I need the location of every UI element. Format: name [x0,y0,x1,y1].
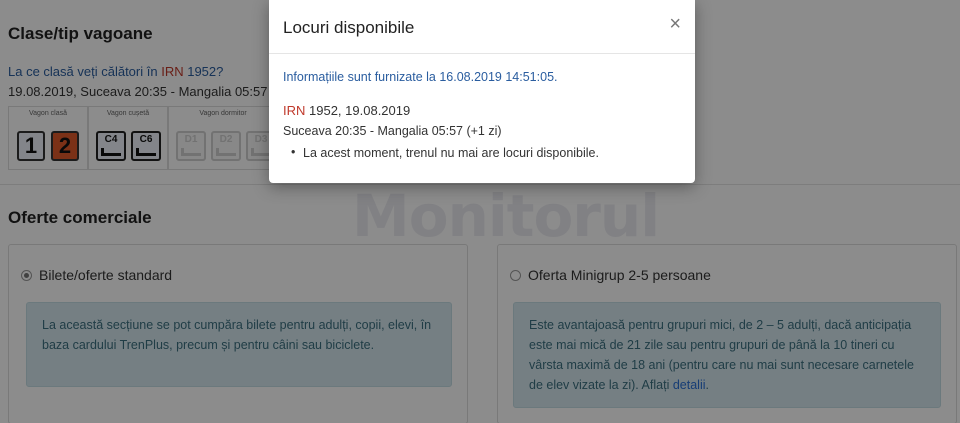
modal-info-timestamp: Informațiile sunt furnizate la 16.08.201… [283,70,558,84]
modal-availability-message: La acest moment, trenul nu mai are locur… [291,145,599,160]
train-code: IRN [283,103,306,118]
modal-route: Suceava 20:35 - Mangalia 05:57 (+1 zi) [283,124,502,138]
availability-modal: Locuri disponibile × Informațiile sunt f… [269,0,695,183]
modal-title: Locuri disponibile [283,18,415,37]
modal-train-line: IRN 1952, 19.08.2019 [283,103,411,118]
close-icon[interactable]: × [669,14,681,34]
modal-header: Locuri disponibile × [269,0,695,54]
